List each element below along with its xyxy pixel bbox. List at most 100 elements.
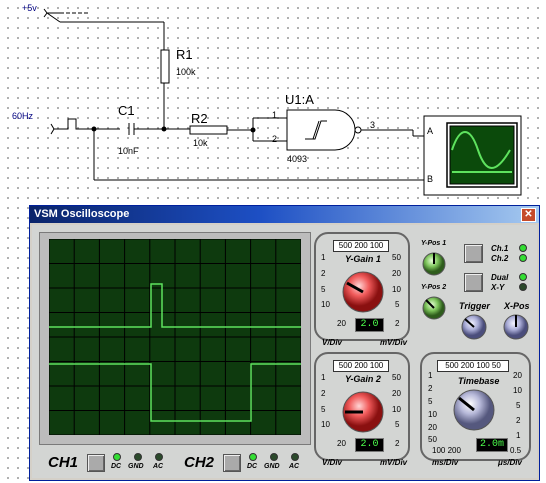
ygain1-tick-l4: 20 — [337, 319, 346, 328]
gate-part: 4093 — [287, 154, 308, 164]
c1-value: 10nF — [118, 146, 139, 156]
scope-input-a: A — [427, 126, 434, 136]
ch1-dc-led — [113, 453, 121, 461]
mode-xy-label: X-Y — [491, 283, 505, 292]
ypos2-knob[interactable] — [421, 295, 447, 321]
mode-ch1-led — [519, 244, 527, 252]
ygain2-tick-l0: 1 — [321, 373, 326, 382]
channel-select-button[interactable] — [464, 244, 483, 263]
xpos-knob[interactable] — [502, 313, 530, 341]
ygain1-title: Y-Gain 1 — [345, 254, 381, 264]
oscilloscope-window: VSM Oscilloscope ✕ CH1 DC GND AC CH2 DC … — [29, 205, 540, 481]
window-titlebar[interactable]: VSM Oscilloscope ✕ — [30, 206, 539, 223]
timebase-tick-l3: 10 — [428, 410, 437, 419]
ygain2-tick-r4: 2 — [395, 439, 400, 448]
r1-ref: R1 — [176, 47, 193, 62]
schematic-canvas — [43, 8, 522, 196]
mode-dual-label: Dual — [491, 273, 509, 282]
window-title: VSM Oscilloscope — [34, 208, 130, 220]
timebase-tick-r1: 10 — [513, 386, 522, 395]
ygain2-tick-l2: 5 — [321, 405, 326, 414]
ygain2-tick-l1: 2 — [321, 389, 326, 398]
ygain2-unit-left: V/Div — [322, 458, 343, 467]
scope-input-b: B — [427, 174, 434, 184]
ygain1-tick-r2: 10 — [392, 285, 401, 294]
timebase-tick-l6: 100 200 — [432, 446, 461, 455]
trigger-knob[interactable] — [460, 313, 488, 341]
timebase-unit-right: μs/Div — [498, 458, 522, 467]
ch2-gnd-label: GND — [264, 463, 280, 470]
ygain1-unit-left: V/Div — [322, 338, 343, 347]
ygain1-display: 2.0 — [355, 318, 384, 332]
ch1-coupling-button[interactable] — [87, 454, 105, 472]
ygain2-title: Y-Gain 2 — [345, 374, 381, 384]
timebase-tick-l4: 20 — [428, 423, 437, 432]
r1-resistor — [160, 49, 170, 84]
ygain2-tick-r1: 20 — [392, 389, 401, 398]
ch1-ac-label: AC — [153, 463, 164, 470]
xpos-label: X-Pos — [504, 301, 530, 311]
ygain1-tick-r3: 5 — [395, 300, 400, 309]
r2-value: 10k — [193, 138, 208, 148]
timebase-title: Timebase — [458, 376, 500, 386]
ygain1-tick-r0: 50 — [392, 253, 401, 262]
ch2-label: CH2 — [184, 454, 215, 471]
timebase-tick-r5: 0.5 — [510, 446, 522, 455]
timebase-tick-r2: 5 — [516, 401, 521, 410]
timebase-tick-l5: 50 — [428, 435, 437, 444]
ygain1-knob[interactable] — [341, 270, 385, 314]
pin1-label: 1 — [272, 110, 278, 120]
ch2-gnd-led — [270, 453, 278, 461]
ygain1-unit-right: mV/Div — [380, 338, 408, 347]
ch1-gnd-led — [134, 453, 142, 461]
timebase-unit-left: ms/Div — [432, 458, 459, 467]
pin2-label: 2 — [272, 134, 278, 144]
ch2-dc-label: DC — [247, 463, 258, 470]
ygain2-knob[interactable] — [341, 390, 385, 434]
ypos1-label: Y-Pos 1 — [421, 240, 447, 247]
oscilloscope-screen — [49, 239, 301, 435]
pin3-label: 3 — [370, 120, 376, 130]
ygain1-scale: 500 200 100 — [333, 240, 389, 252]
ygain1-tick-l3: 10 — [321, 300, 330, 309]
ygain2-tick-r3: 5 — [395, 420, 400, 429]
ch2-coupling-button[interactable] — [223, 454, 241, 472]
ypos1-knob[interactable] — [421, 251, 447, 277]
r1-value: 100k — [176, 67, 196, 77]
supply-label: +5v — [22, 3, 37, 13]
timebase-scale: 500 200 100 50 — [437, 360, 509, 372]
ygain1-tick-r4: 2 — [395, 319, 400, 328]
timebase-tick-r0: 20 — [513, 371, 522, 380]
mode-ch2-led — [519, 254, 527, 262]
timebase-tick-l0: 1 — [428, 371, 433, 380]
scope-symbol — [423, 115, 522, 196]
timebase-tick-r3: 2 — [516, 416, 521, 425]
timebase-display: 2.0m — [476, 438, 508, 452]
ygain1-tick-l0: 1 — [321, 253, 326, 262]
mode-ch1-label: Ch.1 — [491, 244, 509, 253]
r2-ref: R2 — [191, 111, 208, 126]
gate-ref: U1:A — [285, 92, 314, 107]
ch2-dc-led — [249, 453, 257, 461]
ygain1-tick-r1: 20 — [392, 269, 401, 278]
ch2-ac-led — [291, 453, 299, 461]
ch1-ac-led — [155, 453, 163, 461]
mode-xy-led — [519, 283, 527, 291]
c1-ref: C1 — [118, 103, 135, 118]
oscilloscope-body: CH1 DC GND AC CH2 DC GND AC 500 200 100 … — [32, 225, 537, 478]
dual-xy-button[interactable] — [464, 273, 483, 292]
timebase-knob[interactable] — [452, 388, 496, 432]
timebase-tick-l2: 5 — [428, 397, 433, 406]
mode-ch2-label: Ch.2 — [491, 254, 509, 263]
timebase-tick-l1: 2 — [428, 384, 433, 393]
ygain1-tick-l2: 5 — [321, 285, 326, 294]
trigger-label: Trigger — [459, 301, 490, 311]
close-button[interactable]: ✕ — [521, 208, 536, 222]
ch1-label: CH1 — [48, 454, 79, 471]
ypos2-label: Y-Pos 2 — [421, 284, 447, 291]
ygain2-tick-r2: 10 — [392, 405, 401, 414]
ygain1-tick-l1: 2 — [321, 269, 326, 278]
ygain2-unit-right: mV/Div — [380, 458, 408, 467]
ch2-ac-label: AC — [289, 463, 300, 470]
ygain2-scale: 500 200 100 — [333, 360, 389, 372]
